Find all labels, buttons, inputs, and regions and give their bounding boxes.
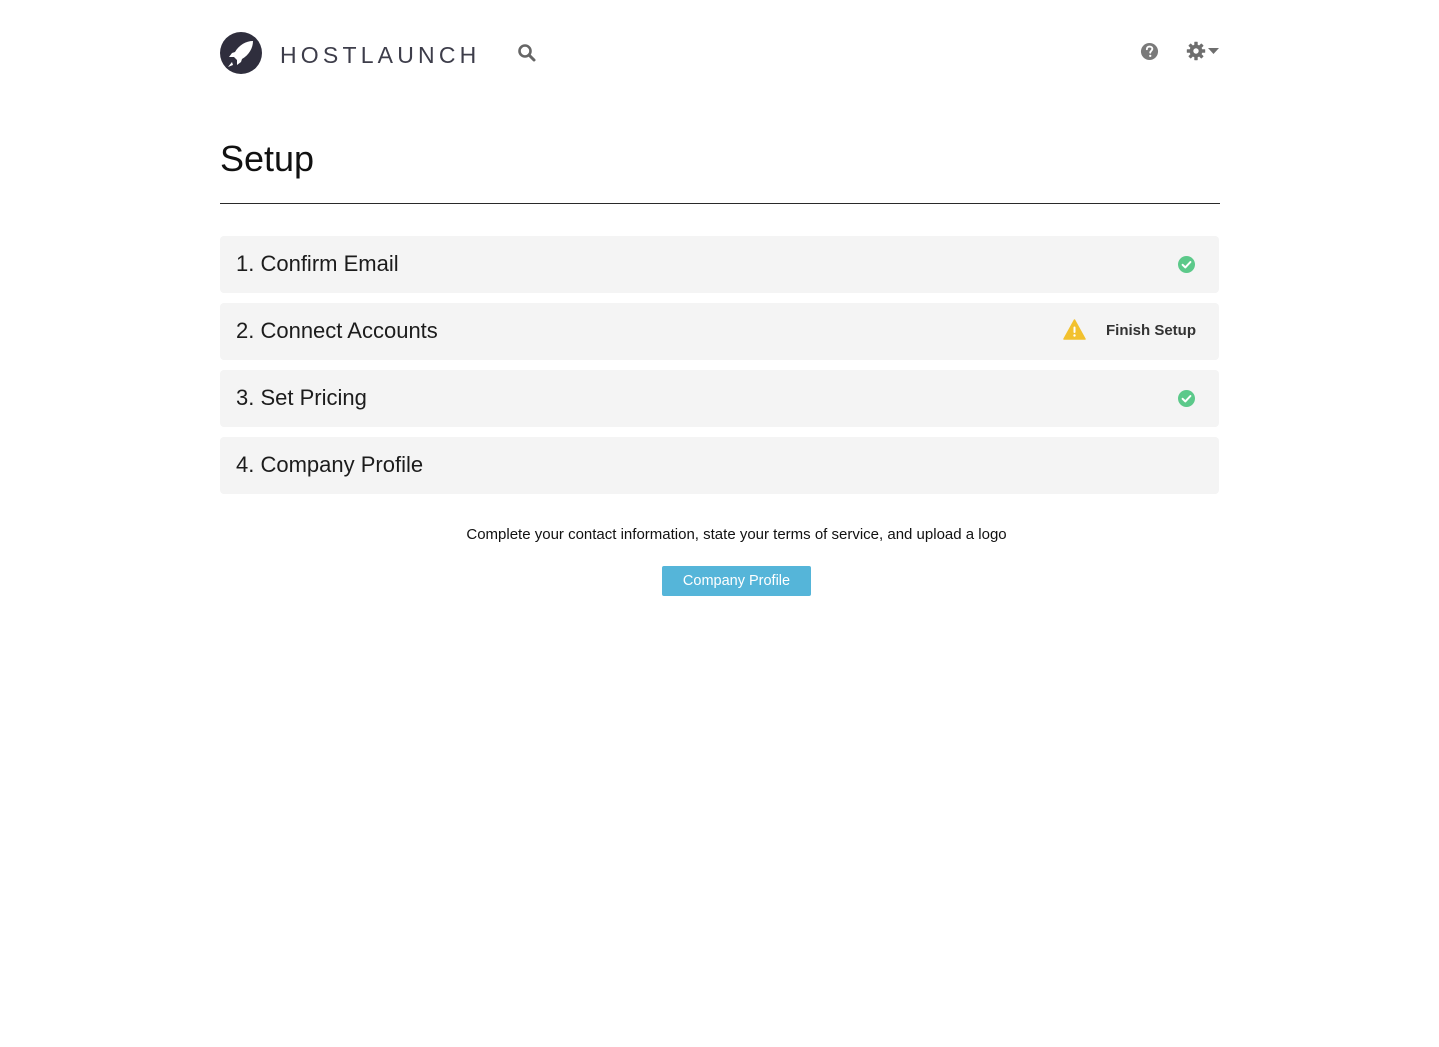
check-circle-icon (1178, 256, 1195, 273)
page-title: Setup (220, 138, 315, 179)
settings-dropdown[interactable] (1186, 40, 1222, 62)
step-confirm-email[interactable]: 1. Confirm Email (220, 236, 1219, 293)
step-company-profile[interactable]: 4. Company Profile (220, 437, 1219, 494)
gear-icon (1186, 41, 1206, 61)
question-circle-icon[interactable] (1140, 42, 1159, 61)
caret-down-icon (1208, 48, 1219, 54)
step-connect-accounts[interactable]: 2. Connect Accounts Finish Setup (220, 303, 1219, 360)
rocket-icon[interactable] (220, 32, 262, 74)
search-icon[interactable] (517, 43, 537, 63)
step-label: 2. Connect Accounts (236, 318, 438, 343)
warning-icon (1063, 319, 1086, 340)
title-divider (220, 203, 1220, 204)
step-label: 4. Company Profile (236, 452, 424, 477)
step-set-pricing[interactable]: 3. Set Pricing (220, 370, 1219, 427)
step-label: 1. Confirm Email (236, 251, 399, 276)
setup-steps: 1. Confirm Email 2. Connect Accounts Fin… (220, 236, 1219, 504)
top-navbar: HOSTLAUNCH (220, 30, 1220, 76)
brand-name[interactable]: HOSTLAUNCH (280, 42, 480, 69)
company-profile-description: Complete your contact information, state… (466, 526, 1007, 543)
check-circle-icon (1178, 390, 1195, 407)
company-profile-button[interactable]: Company Profile (662, 566, 811, 596)
step-label: 3. Set Pricing (236, 385, 367, 410)
finish-setup-label: Finish Setup (1106, 322, 1196, 339)
